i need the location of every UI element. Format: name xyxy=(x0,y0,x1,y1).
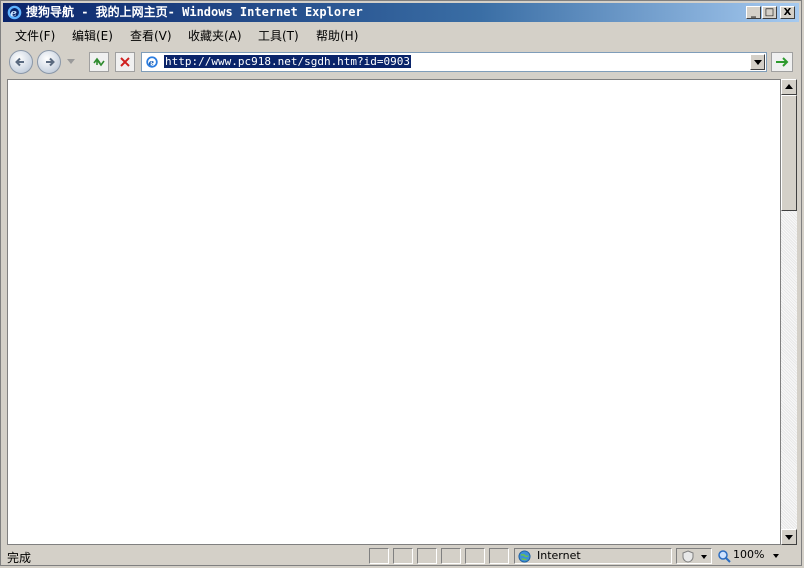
address-toolbar: e http://www.pc918.net/sgdh.htm?id=0903 xyxy=(3,47,799,77)
stop-icon xyxy=(120,57,130,67)
menu-tools[interactable]: 工具(T) xyxy=(258,27,299,44)
url-text[interactable]: http://www.pc918.net/sgdh.htm?id=0903 xyxy=(164,55,412,68)
window-title: 搜狗导航 - 我的上网主页- Windows Internet Explorer xyxy=(26,5,363,19)
address-dropdown-button[interactable] xyxy=(750,54,765,70)
svg-text:e: e xyxy=(10,7,17,19)
scroll-up-button[interactable] xyxy=(781,79,797,95)
menu-help[interactable]: 帮助(H) xyxy=(316,27,358,44)
menu-edit[interactable]: 编辑(E) xyxy=(72,27,113,44)
go-arrow-icon xyxy=(776,57,789,67)
back-arrow-icon xyxy=(15,57,24,67)
vertical-scrollbar[interactable] xyxy=(781,79,797,545)
status-pane xyxy=(369,548,389,564)
status-pane xyxy=(489,548,509,564)
magnifier-icon xyxy=(718,550,731,563)
menu-view[interactable]: 查看(V) xyxy=(130,27,172,44)
ie-window: e 搜狗导航 - 我的上网主页- Windows Internet Explor… xyxy=(0,0,802,566)
refresh-button[interactable] xyxy=(89,52,109,72)
forward-arrow-icon xyxy=(46,57,55,67)
zone-label: Internet xyxy=(537,549,581,562)
chevron-down-icon xyxy=(773,554,779,558)
protected-mode-button[interactable] xyxy=(676,548,712,564)
globe-icon xyxy=(518,550,531,563)
zoom-level: 100% xyxy=(733,548,765,561)
address-bar[interactable]: e http://www.pc918.net/sgdh.htm?id=0903 xyxy=(141,52,767,72)
scroll-thumb[interactable] xyxy=(781,95,797,211)
go-button[interactable] xyxy=(771,52,793,72)
close-button[interactable]: X xyxy=(780,6,795,19)
menu-favorites[interactable]: 收藏夹(A) xyxy=(188,27,242,44)
forward-button[interactable] xyxy=(37,50,61,74)
maximize-button[interactable]: □ xyxy=(762,6,777,19)
zoom-control[interactable]: 100% xyxy=(715,548,785,564)
status-bar: 完成 Internet 100% xyxy=(3,547,799,565)
shield-icon xyxy=(682,550,694,563)
chevron-down-icon xyxy=(701,555,707,559)
status-pane xyxy=(441,548,461,564)
title-bar[interactable]: e 搜狗导航 - 我的上网主页- Windows Internet Explor… xyxy=(3,3,799,22)
back-button[interactable] xyxy=(9,50,33,74)
minimize-button[interactable]: _ xyxy=(746,6,761,19)
page-content[interactable] xyxy=(7,79,781,545)
refresh-icon xyxy=(93,57,105,67)
status-pane xyxy=(465,548,485,564)
menu-bar: 文件(F) 编辑(E) 查看(V) 收藏夹(A) 工具(T) 帮助(H) xyxy=(3,24,799,44)
status-pane xyxy=(417,548,437,564)
ie-logo-icon: e xyxy=(7,5,22,20)
stop-button[interactable] xyxy=(115,52,135,72)
svg-text:e: e xyxy=(149,59,155,69)
status-text: 完成 xyxy=(7,551,32,565)
scroll-down-button[interactable] xyxy=(781,529,797,545)
ie-page-icon: e xyxy=(145,55,159,69)
security-zone[interactable]: Internet xyxy=(514,548,672,564)
status-pane xyxy=(393,548,413,564)
menu-file[interactable]: 文件(F) xyxy=(15,27,55,44)
history-dropdown[interactable] xyxy=(67,59,75,64)
